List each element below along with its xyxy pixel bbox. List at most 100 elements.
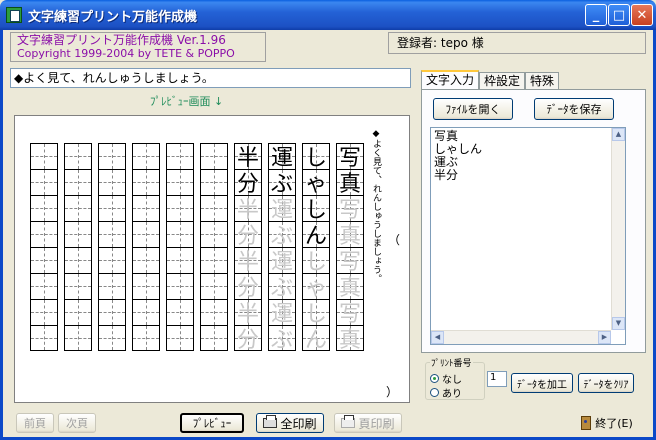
practice-cell: [132, 273, 160, 299]
practice-char: [65, 144, 91, 168]
practice-char: ぶ: [270, 172, 293, 197]
practice-char: し: [304, 302, 327, 327]
name-paren-open: （: [388, 233, 401, 247]
practice-char: [167, 274, 193, 298]
practice-cell: [200, 273, 228, 299]
practice-column: [30, 143, 58, 351]
tab-text-input[interactable]: 文字入力: [421, 70, 480, 90]
radio-yes[interactable]: [430, 388, 439, 397]
practice-char: [167, 196, 193, 220]
practice-cell: [200, 325, 228, 351]
radio-none[interactable]: [430, 374, 439, 383]
practice-char: [167, 170, 193, 194]
practice-char: [31, 274, 57, 298]
tab-frame-settings[interactable]: 枠設定: [479, 72, 526, 90]
practice-char: [133, 248, 159, 272]
practice-char: 運: [270, 250, 293, 275]
practice-char: [65, 274, 91, 298]
practice-char: 写: [338, 146, 361, 171]
practice-cell: [98, 221, 126, 247]
practice-cell: [200, 247, 228, 273]
exit-button[interactable]: 終了(E): [574, 413, 640, 433]
practice-char: 運: [270, 198, 293, 223]
practice-char: [167, 222, 193, 246]
practice-char: し: [304, 146, 327, 171]
print-number-legend: ﾌﾟﾘﾝﾄ番号: [430, 356, 473, 369]
practice-char: [99, 274, 125, 298]
practice-char: [201, 196, 227, 220]
practice-cell: 真: [336, 325, 364, 353]
practice-column: 半分半分半分半分: [234, 143, 262, 353]
practice-char: 半: [236, 198, 259, 223]
practice-cell: [132, 325, 160, 351]
print-page-button[interactable]: 頁印刷: [334, 413, 402, 433]
scroll-left-icon[interactable]: ◀: [431, 331, 444, 344]
word-line: 運ぶ: [434, 155, 459, 169]
word-list-textarea[interactable]: 写真 しゃしん 運ぶ 半分 ▲ ▼ ◀ ▶: [430, 127, 626, 345]
practice-cell: [98, 273, 126, 299]
print-all-button[interactable]: 全印刷: [256, 413, 324, 433]
scroll-down-icon[interactable]: ▼: [612, 317, 625, 330]
practice-column: [64, 143, 92, 351]
practice-cell: [64, 169, 92, 195]
scroll-up-icon[interactable]: ▲: [612, 128, 625, 141]
practice-char: ぶ: [270, 276, 293, 301]
preview-button[interactable]: ﾌﾟﾚﾋﾞｭｰ: [180, 413, 244, 433]
save-data-button[interactable]: ﾃﾞｰﾀを保存: [534, 98, 614, 120]
practice-char: 真: [338, 224, 361, 249]
practice-char: ん: [304, 328, 327, 353]
practice-cell: [64, 299, 92, 325]
practice-char: ゃ: [304, 276, 327, 301]
practice-cell: [166, 299, 194, 325]
tab-special[interactable]: 特殊: [525, 72, 560, 90]
minimize-button[interactable]: _: [585, 4, 607, 26]
next-page-button[interactable]: 次頁: [58, 413, 96, 433]
practice-cell: [132, 299, 160, 325]
practice-char: [133, 170, 159, 194]
maximize-button[interactable]: □: [608, 4, 630, 26]
practice-char: [99, 300, 125, 324]
practice-cell: [166, 247, 194, 273]
close-button[interactable]: ✕: [631, 4, 653, 26]
scroll-right-icon[interactable]: ▶: [598, 331, 611, 344]
practice-char: 半: [236, 302, 259, 327]
practice-char: [99, 248, 125, 272]
practice-char: [65, 300, 91, 324]
app-icon: [6, 7, 22, 23]
practice-char: [201, 248, 227, 272]
practice-char: ん: [304, 224, 327, 249]
practice-cell: [98, 169, 126, 195]
practice-char: [133, 326, 159, 350]
practice-char: [167, 248, 193, 272]
practice-char: [99, 196, 125, 220]
title-bar[interactable]: 文字練習プリント万能作成機 _ □ ✕: [0, 0, 656, 30]
text-input-panel: ﾌｧｲﾙを開く ﾃﾞｰﾀを保存 写真 しゃしん 運ぶ 半分 ▲ ▼ ◀ ▶: [421, 89, 646, 353]
print-number-input[interactable]: 1: [487, 371, 507, 387]
practice-char: [201, 170, 227, 194]
radio-none-option[interactable]: なし: [430, 371, 462, 386]
vertical-scrollbar[interactable]: ▲ ▼: [611, 128, 625, 330]
practice-cell: [98, 247, 126, 273]
practice-column: 運ぶ運ぶ運ぶ運ぶ: [268, 143, 296, 353]
clear-data-button[interactable]: ﾃﾞｰﾀをｸﾘｱ: [578, 373, 634, 393]
practice-column: [200, 143, 228, 351]
practice-char: [167, 300, 193, 324]
practice-char: [65, 196, 91, 220]
radio-yes-option[interactable]: あり: [430, 385, 462, 400]
practice-cell: [98, 299, 126, 325]
practice-cell: [64, 143, 92, 169]
practice-char: [201, 222, 227, 246]
process-data-button[interactable]: ﾃﾞｰﾀを加工: [511, 373, 573, 393]
practice-char: [201, 274, 227, 298]
practice-cell: [98, 195, 126, 221]
practice-cell: ん: [302, 325, 330, 353]
practice-char: [99, 222, 125, 246]
open-file-button[interactable]: ﾌｧｲﾙを開く: [433, 98, 513, 120]
practice-char: [31, 248, 57, 272]
horizontal-scrollbar[interactable]: ◀ ▶: [431, 330, 611, 344]
prev-page-button[interactable]: 前頁: [16, 413, 54, 433]
instruction-note: ◆よく見て、れんしゅうしましょう。: [371, 129, 381, 283]
message-input[interactable]: ◆よく見て、れんしゅうしましょう。: [10, 68, 411, 88]
practice-cell: [132, 247, 160, 273]
practice-cell: [166, 169, 194, 195]
